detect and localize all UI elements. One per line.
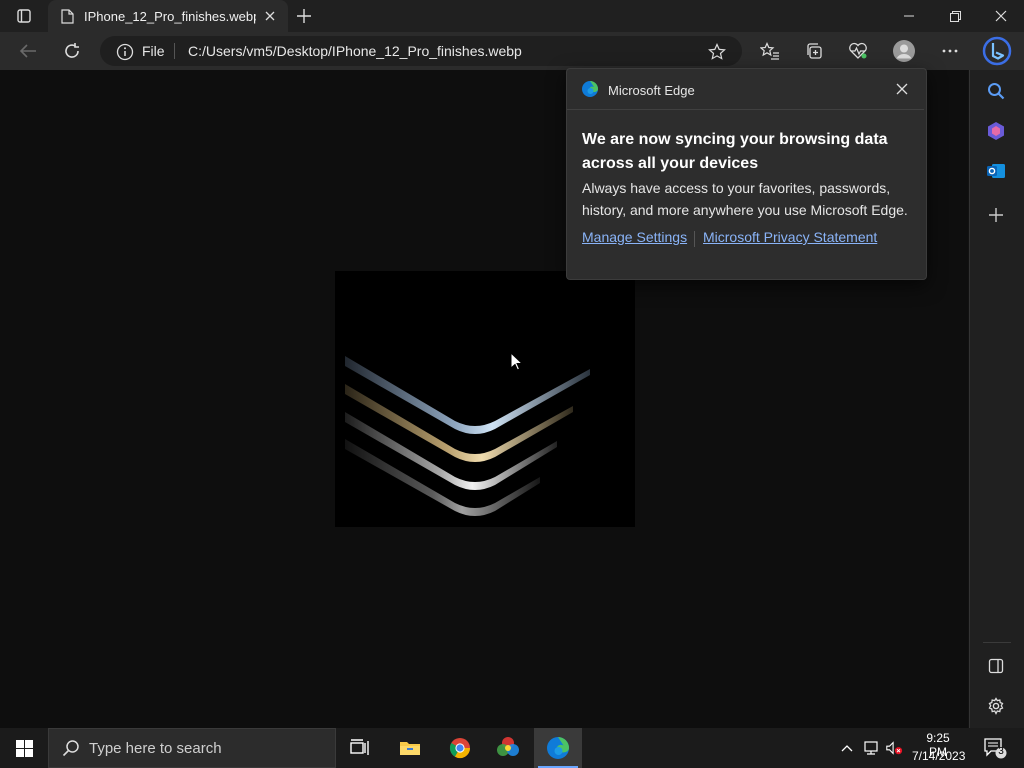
file-icon: [59, 8, 75, 24]
minimize-button[interactable]: [886, 0, 932, 32]
refresh-button[interactable]: [56, 35, 88, 67]
popup-heading: We are now syncing your browsing data ac…: [582, 131, 888, 172]
link-separator: [694, 231, 695, 247]
add-icon: [989, 208, 1003, 222]
sidebar-outlook-button[interactable]: [983, 158, 1009, 184]
volume-button[interactable]: [885, 738, 903, 758]
iphone-finishes-image: [335, 271, 635, 527]
chrome-button[interactable]: [436, 728, 484, 768]
bing-icon: [982, 36, 1012, 66]
start-button[interactable]: [0, 728, 48, 768]
popup-app-name: Microsoft Edge: [608, 83, 695, 98]
collections-button[interactable]: [798, 35, 830, 67]
copilot-icon: [988, 122, 1004, 140]
file-explorer-icon: [400, 742, 420, 755]
new-tab-icon: [297, 9, 311, 23]
window-close-button[interactable]: [978, 0, 1024, 32]
restore-button[interactable]: [932, 0, 978, 32]
clock-date[interactable]: 7/14/2023: [912, 749, 965, 763]
browser-tab[interactable]: IPhone_12_Pro_finishes.webp (30: [48, 0, 288, 32]
bing-copilot-button[interactable]: [980, 34, 1014, 68]
profile-button[interactable]: [888, 35, 920, 67]
back-button[interactable]: [12, 35, 44, 67]
windows-start-icon: [15, 739, 33, 757]
close-icon: [265, 11, 275, 21]
chrome-icon: [449, 738, 471, 759]
notification-count: 3: [998, 746, 1004, 757]
file-explorer-button[interactable]: [386, 728, 434, 768]
show-hidden-icons-button[interactable]: [838, 738, 856, 758]
close-icon: [896, 83, 908, 95]
tab-actions-icon: [17, 9, 31, 23]
privacy-statement-link[interactable]: Microsoft Privacy Statement: [703, 229, 877, 245]
network-icon: [864, 741, 878, 755]
more-icon: [942, 49, 958, 53]
notification-center-button[interactable]: 3: [982, 736, 1008, 760]
color-app-icon: [497, 737, 519, 756]
restore-icon: [949, 10, 961, 22]
refresh-icon: [65, 43, 79, 58]
chevron-up-icon: [841, 745, 853, 752]
edge-icon: [547, 737, 569, 759]
edge-taskbar-button[interactable]: [534, 728, 582, 768]
tab-actions-button[interactable]: [8, 4, 40, 28]
minimize-icon: [904, 15, 914, 17]
address-separator: [174, 43, 175, 59]
browser-essentials-button[interactable]: [842, 35, 874, 67]
edge-logo-icon: [581, 80, 599, 98]
outlook-icon: [987, 164, 1005, 178]
sidebar-toggle-icon: [988, 658, 1004, 674]
address-url[interactable]: C:/Users/vm5/Desktop/IPhone_12_Pro_finis…: [188, 43, 522, 59]
sidebar-settings-button[interactable]: [983, 693, 1009, 719]
search-placeholder: Type here to search: [89, 739, 222, 757]
popup-divider: [567, 109, 924, 110]
close-icon: [995, 10, 1007, 22]
health-icon: [849, 42, 867, 59]
task-view-button[interactable]: [336, 728, 384, 768]
profile-icon: [893, 40, 915, 62]
taskbar-search-box[interactable]: Type here to search: [48, 728, 336, 768]
search-icon: [61, 738, 81, 758]
search-icon: [988, 83, 1005, 100]
sidebar-add-button[interactable]: [983, 202, 1009, 228]
volume-muted-icon: [886, 741, 903, 755]
star-icon: [708, 43, 726, 60]
color-app-button[interactable]: [484, 728, 532, 768]
sidebar-divider: [983, 642, 1011, 643]
back-icon: [19, 44, 36, 58]
settings-icon: [988, 697, 1004, 715]
sidebar-copilot-button[interactable]: [983, 118, 1009, 144]
popup-body-text: Always have access to your favorites, pa…: [582, 180, 908, 218]
sidebar-search-button[interactable]: [983, 78, 1009, 104]
address-scheme-label: File: [142, 43, 165, 59]
favorites-button[interactable]: [754, 35, 786, 67]
tab-close-button[interactable]: [262, 8, 278, 24]
more-button[interactable]: [934, 35, 966, 67]
popup-close-button[interactable]: [893, 80, 911, 98]
manage-settings-link[interactable]: Manage Settings: [582, 229, 687, 245]
sidebar-toggle-button[interactable]: [983, 653, 1009, 679]
network-button[interactable]: [862, 738, 880, 758]
add-favorite-button[interactable]: [705, 40, 729, 64]
mouse-cursor-icon: [510, 352, 522, 371]
new-tab-button[interactable]: [292, 4, 316, 28]
collections-icon: [807, 43, 822, 59]
favorites-icon: [760, 42, 779, 60]
task-view-icon: [350, 739, 369, 755]
info-icon[interactable]: [116, 43, 134, 61]
tab-title: IPhone_12_Pro_finishes.webp (30: [84, 8, 256, 24]
